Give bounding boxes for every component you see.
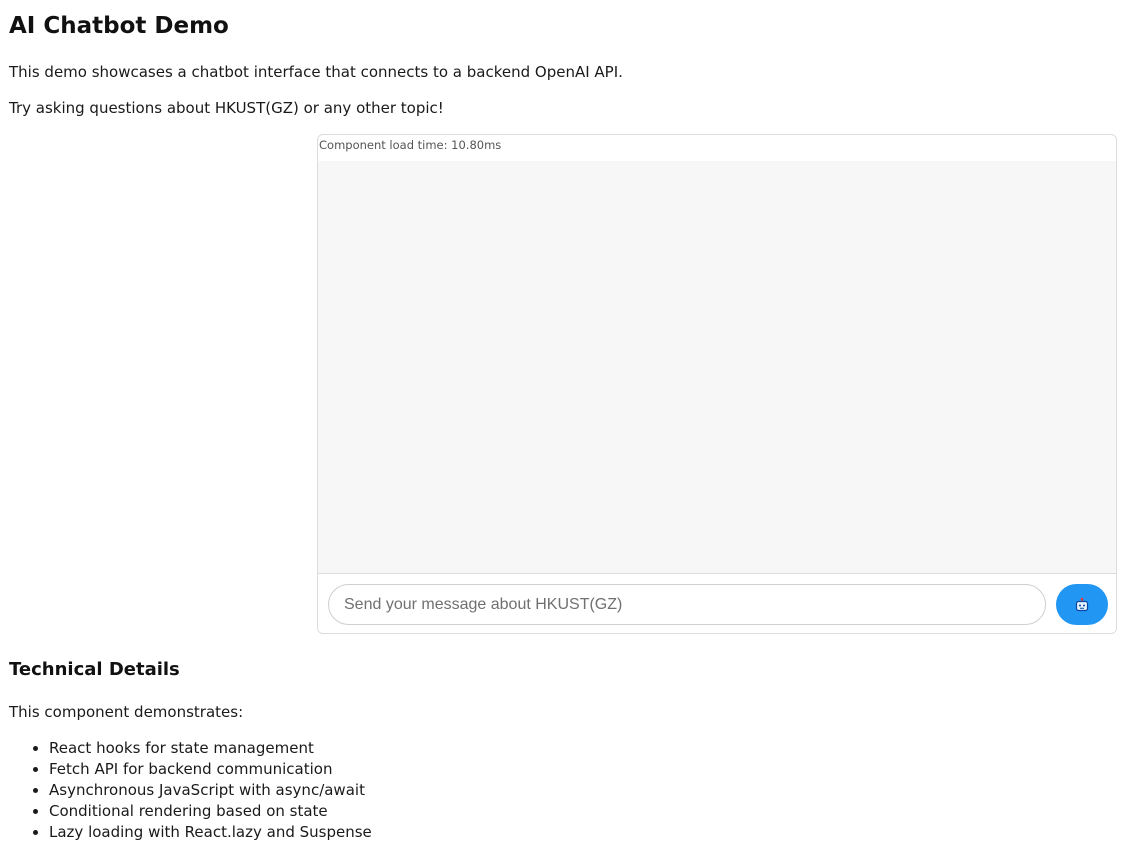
list-item: Fetch API for backend communication: [49, 759, 372, 780]
page-title: AI Chatbot Demo: [9, 13, 229, 39]
feature-list: React hooks for state management Fetch A…: [9, 738, 372, 843]
send-button[interactable]: [1056, 584, 1108, 625]
technical-details-heading: Technical Details: [9, 659, 180, 680]
intro-description: This demo showcases a chatbot interface …: [9, 63, 623, 81]
message-input[interactable]: [328, 584, 1046, 625]
list-item: Asynchronous JavaScript with async/await: [49, 780, 372, 801]
list-item: Conditional rendering based on state: [49, 801, 372, 822]
list-item: Lazy loading with React.lazy and Suspens…: [49, 822, 372, 843]
intro-hint: Try asking questions about HKUST(GZ) or …: [9, 99, 444, 117]
message-list[interactable]: [318, 161, 1116, 573]
technical-details-intro: This component demonstrates:: [9, 703, 244, 721]
load-time-label: Component load time: 10.80ms: [319, 138, 502, 152]
chat-input-bar: [318, 573, 1116, 633]
robot-icon: [1056, 597, 1108, 613]
list-item: React hooks for state management: [49, 738, 372, 759]
chatbot-panel: Component load time: 10.80ms: [317, 134, 1117, 634]
page: AI Chatbot Demo This demo showcases a ch…: [0, 0, 1146, 862]
